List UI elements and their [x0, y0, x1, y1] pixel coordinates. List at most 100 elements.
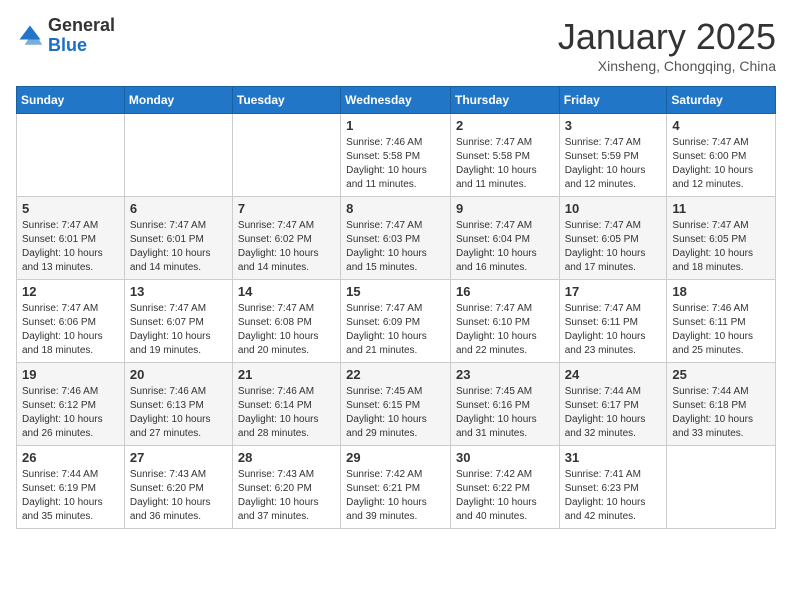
calendar-week-row: 19 Sunrise: 7:46 AM Sunset: 6:12 PM Dayli… — [17, 363, 776, 446]
calendar-cell: 13 Sunrise: 7:47 AM Sunset: 6:07 PM Dayli… — [124, 280, 232, 363]
day-number: 7 — [238, 201, 335, 216]
day-info: Sunrise: 7:47 AM Sunset: 6:07 PM Dayligh… — [130, 302, 227, 358]
calendar-cell — [17, 114, 125, 197]
day-number: 24 — [565, 367, 662, 382]
day-header-friday: Friday — [559, 87, 667, 114]
calendar-cell: 20 Sunrise: 7:46 AM Sunset: 6:13 PM Dayli… — [124, 363, 232, 446]
day-info: Sunrise: 7:47 AM Sunset: 6:05 PM Dayligh… — [565, 219, 662, 275]
day-number: 23 — [456, 367, 554, 382]
day-info: Sunrise: 7:43 AM Sunset: 6:20 PM Dayligh… — [238, 468, 335, 524]
day-number: 11 — [672, 201, 770, 216]
day-header-saturday: Saturday — [667, 87, 776, 114]
calendar-cell: 7 Sunrise: 7:47 AM Sunset: 6:02 PM Daylig… — [232, 197, 340, 280]
day-number: 8 — [346, 201, 445, 216]
day-info: Sunrise: 7:47 AM Sunset: 6:00 PM Dayligh… — [672, 136, 770, 192]
day-info: Sunrise: 7:47 AM Sunset: 6:02 PM Dayligh… — [238, 219, 335, 275]
day-number: 28 — [238, 450, 335, 465]
calendar-cell: 24 Sunrise: 7:44 AM Sunset: 6:17 PM Dayli… — [559, 363, 667, 446]
calendar-cell: 28 Sunrise: 7:43 AM Sunset: 6:20 PM Dayli… — [232, 446, 340, 529]
calendar-cell: 2 Sunrise: 7:47 AM Sunset: 5:58 PM Daylig… — [450, 114, 559, 197]
calendar-cell: 27Sunrise: 7:43 AM Sunset: 6:20 PM Dayli… — [124, 446, 232, 529]
calendar-cell: 22 Sunrise: 7:45 AM Sunset: 6:15 PM Dayli… — [341, 363, 451, 446]
day-header-tuesday: Tuesday — [232, 87, 340, 114]
page-header: General Blue January 2025 Xinsheng, Chon… — [16, 16, 776, 74]
calendar-cell: 31Sunrise: 7:41 AM Sunset: 6:23 PM Dayli… — [559, 446, 667, 529]
calendar-cell: 6 Sunrise: 7:47 AM Sunset: 6:01 PM Daylig… — [124, 197, 232, 280]
day-number: 16 — [456, 284, 554, 299]
day-number: 4 — [672, 118, 770, 133]
calendar-cell — [232, 114, 340, 197]
day-info: Sunrise: 7:43 AM Sunset: 6:20 PM Dayligh… — [130, 468, 227, 524]
calendar-body: 1 Sunrise: 7:46 AM Sunset: 5:58 PM Daylig… — [17, 114, 776, 529]
calendar-cell: 29Sunrise: 7:42 AM Sunset: 6:21 PM Dayli… — [341, 446, 451, 529]
day-info: Sunrise: 7:47 AM Sunset: 6:04 PM Dayligh… — [456, 219, 554, 275]
day-info: Sunrise: 7:46 AM Sunset: 5:58 PM Dayligh… — [346, 136, 445, 192]
day-number: 18 — [672, 284, 770, 299]
day-header-thursday: Thursday — [450, 87, 559, 114]
calendar-cell: 17Sunrise: 7:47 AM Sunset: 6:11 PM Dayli… — [559, 280, 667, 363]
calendar-cell — [124, 114, 232, 197]
calendar-cell: 14Sunrise: 7:47 AM Sunset: 6:08 PM Dayli… — [232, 280, 340, 363]
day-info: Sunrise: 7:44 AM Sunset: 6:18 PM Dayligh… — [672, 385, 770, 441]
day-info: Sunrise: 7:47 AM Sunset: 5:58 PM Dayligh… — [456, 136, 554, 192]
calendar-cell: 19 Sunrise: 7:46 AM Sunset: 6:12 PM Dayli… — [17, 363, 125, 446]
calendar-cell: 1 Sunrise: 7:46 AM Sunset: 5:58 PM Daylig… — [341, 114, 451, 197]
calendar-week-row: 12Sunrise: 7:47 AM Sunset: 6:06 PM Dayli… — [17, 280, 776, 363]
day-info: Sunrise: 7:47 AM Sunset: 6:01 PM Dayligh… — [130, 219, 227, 275]
day-info: Sunrise: 7:45 AM Sunset: 6:15 PM Dayligh… — [346, 385, 445, 441]
day-info: Sunrise: 7:47 AM Sunset: 6:10 PM Dayligh… — [456, 302, 554, 358]
calendar-cell: 21 Sunrise: 7:46 AM Sunset: 6:14 PM Dayli… — [232, 363, 340, 446]
calendar-cell: 30 Sunrise: 7:42 AM Sunset: 6:22 PM Dayli… — [450, 446, 559, 529]
day-info: Sunrise: 7:46 AM Sunset: 6:14 PM Dayligh… — [238, 385, 335, 441]
logo-blue-text: Blue — [48, 35, 87, 55]
day-number: 20 — [130, 367, 227, 382]
day-info: Sunrise: 7:47 AM Sunset: 6:03 PM Dayligh… — [346, 219, 445, 275]
day-number: 30 — [456, 450, 554, 465]
calendar-cell: 3Sunrise: 7:47 AM Sunset: 5:59 PM Daylig… — [559, 114, 667, 197]
calendar-week-row: 26 Sunrise: 7:44 AM Sunset: 6:19 PM Dayli… — [17, 446, 776, 529]
day-info: Sunrise: 7:46 AM Sunset: 6:13 PM Dayligh… — [130, 385, 227, 441]
day-number: 6 — [130, 201, 227, 216]
day-info: Sunrise: 7:47 AM Sunset: 6:05 PM Dayligh… — [672, 219, 770, 275]
calendar-cell: 5Sunrise: 7:47 AM Sunset: 6:01 PM Daylig… — [17, 197, 125, 280]
title-block: January 2025 Xinsheng, Chongqing, China — [558, 16, 776, 74]
day-info: Sunrise: 7:46 AM Sunset: 6:12 PM Dayligh… — [22, 385, 119, 441]
calendar-table: SundayMondayTuesdayWednesdayThursdayFrid… — [16, 86, 776, 529]
calendar-cell: 4 Sunrise: 7:47 AM Sunset: 6:00 PM Daylig… — [667, 114, 776, 197]
day-number: 19 — [22, 367, 119, 382]
day-number: 26 — [22, 450, 119, 465]
logo-icon — [16, 22, 44, 50]
day-info: Sunrise: 7:47 AM Sunset: 6:09 PM Dayligh… — [346, 302, 445, 358]
day-number: 2 — [456, 118, 554, 133]
day-info: Sunrise: 7:46 AM Sunset: 6:11 PM Dayligh… — [672, 302, 770, 358]
day-number: 10 — [565, 201, 662, 216]
day-number: 1 — [346, 118, 445, 133]
day-number: 21 — [238, 367, 335, 382]
day-number: 3 — [565, 118, 662, 133]
day-header-wednesday: Wednesday — [341, 87, 451, 114]
day-number: 12 — [22, 284, 119, 299]
day-info: Sunrise: 7:44 AM Sunset: 6:19 PM Dayligh… — [22, 468, 119, 524]
calendar-cell: 25 Sunrise: 7:44 AM Sunset: 6:18 PM Dayli… — [667, 363, 776, 446]
calendar-cell: 11 Sunrise: 7:47 AM Sunset: 6:05 PM Dayli… — [667, 197, 776, 280]
calendar-subtitle: Xinsheng, Chongqing, China — [558, 58, 776, 74]
calendar-cell: 26 Sunrise: 7:44 AM Sunset: 6:19 PM Dayli… — [17, 446, 125, 529]
day-info: Sunrise: 7:45 AM Sunset: 6:16 PM Dayligh… — [456, 385, 554, 441]
day-number: 29 — [346, 450, 445, 465]
calendar-week-row: 1 Sunrise: 7:46 AM Sunset: 5:58 PM Daylig… — [17, 114, 776, 197]
calendar-week-row: 5Sunrise: 7:47 AM Sunset: 6:01 PM Daylig… — [17, 197, 776, 280]
calendar-cell: 9Sunrise: 7:47 AM Sunset: 6:04 PM Daylig… — [450, 197, 559, 280]
day-header-sunday: Sunday — [17, 87, 125, 114]
day-number: 13 — [130, 284, 227, 299]
calendar-cell: 18 Sunrise: 7:46 AM Sunset: 6:11 PM Dayli… — [667, 280, 776, 363]
day-info: Sunrise: 7:42 AM Sunset: 6:22 PM Dayligh… — [456, 468, 554, 524]
calendar-cell: 15Sunrise: 7:47 AM Sunset: 6:09 PM Dayli… — [341, 280, 451, 363]
day-number: 22 — [346, 367, 445, 382]
day-info: Sunrise: 7:44 AM Sunset: 6:17 PM Dayligh… — [565, 385, 662, 441]
calendar-cell: 23 Sunrise: 7:45 AM Sunset: 6:16 PM Dayli… — [450, 363, 559, 446]
day-number: 14 — [238, 284, 335, 299]
calendar-cell: 8 Sunrise: 7:47 AM Sunset: 6:03 PM Daylig… — [341, 197, 451, 280]
day-number: 17 — [565, 284, 662, 299]
calendar-cell: 12Sunrise: 7:47 AM Sunset: 6:06 PM Dayli… — [17, 280, 125, 363]
day-number: 25 — [672, 367, 770, 382]
